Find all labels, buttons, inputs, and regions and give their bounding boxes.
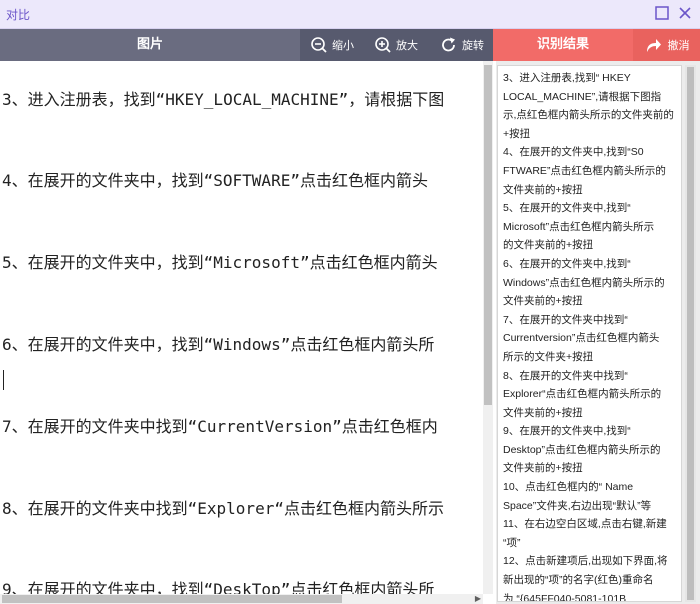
result-line: 示,点红色框内箭头所示的文件夹前的	[503, 109, 674, 122]
result-line: 9、在展开的文件夹中,找到“	[503, 425, 631, 438]
result-line: LOCAL_MACHINE”,请根据下图指	[503, 90, 662, 103]
result-toolbar: 识别结果 撤消	[493, 29, 700, 61]
result-vertical-scroll-thumb[interactable]	[687, 67, 694, 600]
image-panel-title: 图片	[136, 37, 163, 52]
rotate-button[interactable]: 旋转	[440, 29, 484, 61]
zoom-in-icon	[375, 37, 391, 53]
image-text-line: 6、在展开的文件夹中，找到“Windows”点击红色框内箭头所	[2, 335, 435, 354]
zoom-out-icon	[311, 37, 327, 53]
result-line: 5、在展开的文件夹中,找到“	[503, 202, 631, 215]
image-vertical-scrollbar[interactable]	[483, 61, 493, 594]
undo-button[interactable]: 撤消	[633, 29, 700, 61]
result-line: 3、进入注册表,找到“ HKEY	[503, 72, 631, 84]
title-bar: 对比	[0, 0, 700, 29]
result-line: 文件夹前的+按扭	[503, 462, 583, 475]
image-tool-buttons: 缩小 放大 旋转	[300, 29, 493, 61]
zoom-in-button[interactable]: 放大	[374, 29, 418, 61]
image-view[interactable]: 3、进入注册表，找到“HKEY_LOCAL_MACHINE”，请根据下图 4、在…	[0, 61, 493, 604]
result-line: 4、在展开的文件夹中,找到“S0	[503, 146, 644, 159]
image-horizontal-scroll-thumb[interactable]	[2, 595, 342, 603]
result-textarea[interactable]: 3、进入注册表,找到“ HKEY LOCAL_MACHINE”,请根据下图指 示,点…	[497, 65, 682, 602]
result-line: 11、在右边空白区域,点击右键,新建	[503, 518, 667, 531]
result-vertical-scrollbar[interactable]	[685, 65, 696, 602]
result-line: 文件夹前的+按扭	[503, 183, 583, 196]
image-toolbar: 图片 缩小 放大 旋转	[0, 29, 493, 61]
result-line: 10、点击红色框内的“ Name	[503, 481, 634, 494]
zoom-out-label: 缩小	[332, 39, 354, 52]
result-line: Explorer“点击红色框内箭头所示的	[503, 388, 662, 401]
result-line: 为 “{645FF040-5081-101B	[503, 592, 627, 602]
result-line: Microsoft”点击红色框内箭头所示	[503, 220, 655, 233]
result-line: 文件夹前的+按扭	[503, 406, 583, 419]
result-line: Space”文件夹,右边出现“默认”等	[503, 499, 652, 512]
image-text-line: 5、在展开的文件夹中，找到“Microsoft”点击红色框内箭头	[2, 253, 438, 272]
maximize-icon[interactable]	[654, 5, 670, 21]
result-line: “项”	[503, 536, 521, 549]
scroll-right-arrow-icon[interactable]: ▶	[473, 594, 483, 604]
text-caret	[3, 370, 4, 390]
result-line: 12、点击新建项后,出现如下界面,将	[503, 555, 668, 568]
result-line: 7、在展开的文件夹中找到“	[503, 313, 628, 326]
result-panel: 3、进入注册表,找到“ HKEY LOCAL_MACHINE”,请根据下图指 示,点…	[496, 61, 700, 604]
result-text-content: 3、进入注册表,找到“ HKEY LOCAL_MACHINE”,请根据下图指 示,点…	[498, 66, 681, 602]
image-vertical-scroll-thumb[interactable]	[484, 65, 492, 405]
result-line: 的文件夹前的+按扭	[503, 239, 594, 252]
result-line: 文件夹前的+按扭	[503, 295, 583, 308]
result-line: 所示的文件夹+按扭	[503, 350, 594, 363]
rotate-label: 旋转	[462, 39, 484, 52]
result-panel-title: 识别结果	[536, 37, 589, 52]
result-line: 6、在展开的文件夹中,找到“	[503, 257, 631, 270]
undo-label: 撤消	[667, 39, 690, 52]
rotate-icon	[442, 37, 455, 52]
image-text-line: 8、在展开的文件夹中找到“Explorer“点击红色框内箭头所示	[2, 499, 444, 518]
image-text-line: 7、在展开的文件夹中找到“CurrentVersion”点击红色框内	[2, 417, 438, 436]
image-text-line: 3、进入注册表，找到“HKEY_LOCAL_MACHINE”，请根据下图	[2, 90, 445, 109]
window-title: 对比	[6, 8, 31, 22]
result-line: Windows”点击红色框内箭头所示的	[503, 276, 665, 289]
result-line: 新出现的“项”的名字(红色)重命名	[503, 574, 654, 587]
result-line: Desktop”点击红色框内箭头所示的	[503, 443, 661, 456]
result-line: FTWARE”点击红色框内箭头所示的	[503, 164, 666, 177]
zoom-in-label: 放大	[396, 39, 418, 52]
zoom-out-button[interactable]: 缩小	[310, 29, 354, 61]
image-text-line: 4、在展开的文件夹中，找到“SOFTWARE”点击红色框内箭头	[2, 171, 428, 190]
result-line: Currentversion”点击红色框内箭头	[503, 332, 660, 345]
result-line: +按扭	[503, 127, 531, 140]
close-icon[interactable]	[677, 5, 693, 21]
image-horizontal-scrollbar[interactable]: ▶	[0, 594, 483, 604]
result-line: 8、在展开的文件夹中找到“	[503, 369, 628, 382]
undo-arrow-icon	[646, 39, 661, 52]
